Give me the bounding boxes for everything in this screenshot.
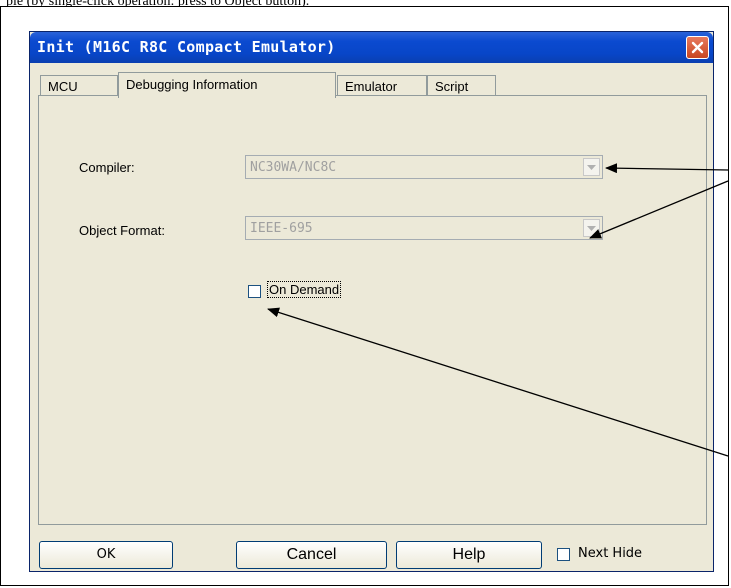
- tab-script[interactable]: Script: [427, 75, 496, 97]
- compiler-label: Compiler:: [79, 160, 135, 175]
- tab-script-label: Script: [435, 79, 469, 94]
- help-button[interactable]: Help: [396, 541, 542, 569]
- close-icon: [691, 41, 704, 54]
- close-button[interactable]: [686, 36, 709, 59]
- chevron-down-icon: [587, 225, 596, 231]
- dialog-title: Init (M16C R8C Compact Emulator): [37, 38, 336, 56]
- tab-debugging-information-label: Debugging Information: [126, 77, 258, 92]
- on-demand-label[interactable]: On Demand: [267, 281, 342, 298]
- on-demand-checkbox[interactable]: [248, 285, 261, 298]
- init-dialog: Init (M16C R8C Compact Emulator) MCU Deb…: [29, 31, 714, 572]
- ok-button[interactable]: OK: [39, 541, 173, 569]
- object-format-label: Object Format:: [79, 223, 165, 238]
- tab-emulator[interactable]: Emulator: [337, 75, 427, 97]
- tab-debugging-information[interactable]: Debugging Information: [118, 72, 336, 98]
- object-format-value: IEEE-695: [250, 221, 313, 236]
- tab-mcu-label: MCU: [48, 79, 78, 94]
- tab-emulator-label: Emulator: [345, 79, 398, 94]
- object-format-dropdown-button[interactable]: [583, 219, 600, 237]
- debugging-information-panel: Compiler: NC30WA/NC8C Object Format: IEE…: [38, 95, 707, 525]
- chevron-down-icon: [587, 164, 596, 170]
- next-hide-checkbox[interactable]: [557, 548, 570, 561]
- cancel-button[interactable]: Cancel: [236, 541, 387, 569]
- title-bar[interactable]: Init (M16C R8C Compact Emulator): [30, 32, 713, 63]
- tab-mcu[interactable]: MCU: [40, 75, 118, 97]
- next-hide-label[interactable]: Next Hide: [578, 546, 642, 561]
- on-demand-label-text: On Demand: [267, 281, 342, 298]
- compiler-value: NC30WA/NC8C: [250, 160, 337, 175]
- object-format-combo[interactable]: IEEE-695: [245, 216, 603, 240]
- compiler-dropdown-button[interactable]: [583, 158, 600, 176]
- compiler-combo[interactable]: NC30WA/NC8C: [245, 155, 603, 179]
